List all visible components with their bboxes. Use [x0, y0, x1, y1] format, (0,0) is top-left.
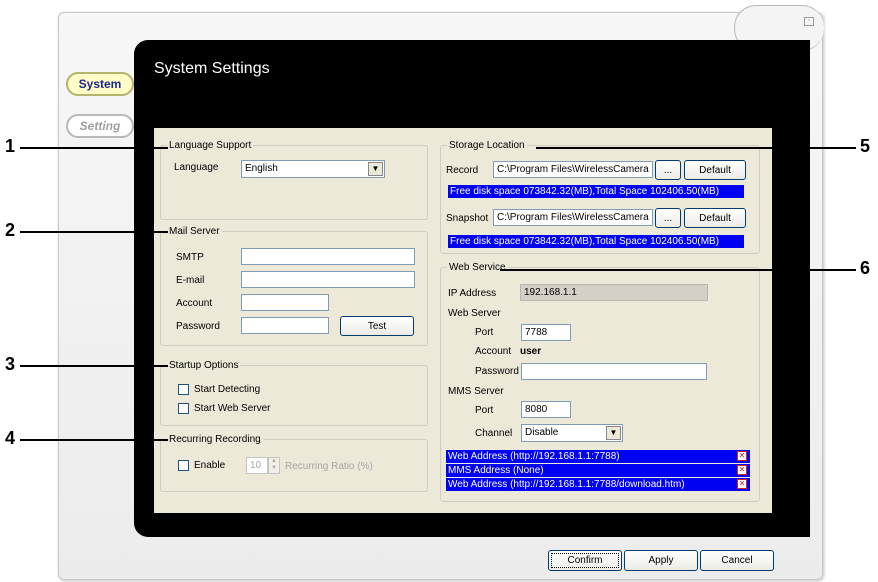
snapshot-label: Snapshot [446, 213, 489, 224]
start-detecting-label: Start Detecting [194, 384, 261, 395]
recurring-ratio-label: Recurring Ratio (%) [285, 461, 373, 472]
enable-recurring-label: Enable [194, 460, 226, 471]
recurring-recording-legend: Recurring Recording [169, 434, 261, 445]
web-address-url[interactable]: Web Address (http://192.168.1.1:7788) ✕ [446, 450, 750, 463]
link-icon[interactable]: ✕ [737, 451, 747, 461]
snapshot-default-button[interactable]: Default [684, 208, 746, 228]
mms-port-label: Port [475, 405, 494, 416]
chevron-down-icon[interactable]: ▼ [606, 426, 621, 440]
channel-select[interactable]: Disable ▼ [521, 424, 623, 442]
web-port-input[interactable]: 7788 [521, 324, 571, 341]
link-icon[interactable]: ✕ [737, 479, 747, 489]
page-title: System Settings [154, 60, 270, 77]
start-web-server-label: Start Web Server [194, 403, 271, 414]
channel-label: Channel [475, 428, 513, 439]
callout-number-4: 4 [5, 428, 16, 448]
callout-number-6: 6 [860, 258, 871, 278]
restore-icon[interactable]: ▫ [804, 17, 814, 26]
test-button[interactable]: Test [340, 316, 414, 336]
apply-button[interactable]: Apply [624, 550, 698, 571]
record-disk-space: Free disk space 073842.32(MB),Total Spac… [448, 185, 744, 198]
callout-number-3: 3 [5, 354, 16, 374]
smtp-label: SMTP [176, 252, 204, 263]
mms-address-url[interactable]: MMS Address (None) ✕ [446, 464, 750, 477]
mms-address-text: MMS Address (None) [448, 465, 544, 476]
link-icon[interactable]: ✕ [737, 465, 747, 475]
callout-number-5: 5 [860, 136, 871, 156]
startup-options-legend: Startup Options [169, 360, 239, 371]
storage-location-legend: Storage Location [449, 140, 525, 151]
download-address-text: Web Address (http://192.168.1.1:7788/dow… [448, 479, 685, 490]
mail-server-legend: Mail Server [169, 226, 220, 237]
language-select[interactable]: English ▼ [241, 160, 385, 178]
confirm-button[interactable]: Confirm [548, 550, 622, 571]
language-support-group: Language Support [160, 140, 428, 220]
web-server-label: Web Server [448, 308, 501, 319]
callout-line-1 [20, 147, 168, 149]
callout-line-5 [536, 147, 856, 149]
language-support-legend: Language Support [169, 140, 252, 151]
channel-select-value: Disable [525, 427, 559, 438]
language-label: Language [174, 162, 219, 173]
record-browse-button[interactable]: ... [655, 160, 681, 180]
nav-setting-button[interactable]: Setting [66, 114, 134, 138]
download-address-url[interactable]: Web Address (http://192.168.1.1:7788/dow… [446, 478, 750, 491]
content-area: Language Support Language English ▼ Mail… [154, 128, 772, 513]
snapshot-browse-button[interactable]: ... [655, 208, 681, 228]
account-input[interactable] [241, 294, 329, 311]
password-label: Password [176, 321, 220, 332]
record-label: Record [446, 165, 479, 176]
smtp-input[interactable] [241, 248, 415, 265]
chevron-down-icon[interactable]: ▼ [368, 162, 383, 176]
cancel-button[interactable]: Cancel [700, 550, 774, 571]
web-account-value: user [520, 346, 542, 357]
snapshot-disk-space: Free disk space 073842.32(MB),Total Spac… [448, 235, 744, 248]
callout-line-6 [500, 269, 856, 271]
record-path-input[interactable]: C:\Program Files\WirelessCamera [493, 161, 653, 178]
ratio-spinner[interactable]: ▲ ▼ [268, 457, 280, 474]
callout-number-1: 1 [5, 136, 16, 156]
enable-recurring-checkbox[interactable] [178, 460, 189, 471]
snapshot-path-input[interactable]: C:\Program Files\WirelessCamera [493, 209, 653, 226]
recurring-ratio-input[interactable]: 10 [246, 457, 268, 474]
web-account-label: Account [475, 346, 512, 357]
mms-server-label: MMS Server [448, 386, 504, 397]
callout-line-4 [20, 439, 168, 441]
web-address-text: Web Address (http://192.168.1.1:7788) [448, 451, 620, 462]
nav-system-button[interactable]: System [66, 72, 134, 96]
email-label: E-mail [176, 275, 205, 286]
start-web-server-checkbox[interactable] [178, 403, 189, 414]
ip-address-field: 192.168.1.1 [520, 284, 708, 301]
callout-number-2: 2 [5, 220, 16, 240]
callout-line-2 [20, 231, 168, 233]
password-input[interactable] [241, 317, 329, 334]
web-service-legend: Web Service [449, 262, 506, 273]
language-select-value: English [245, 163, 278, 174]
mms-port-input[interactable]: 8080 [521, 401, 571, 418]
web-password-input[interactable] [521, 363, 707, 380]
callout-line-3 [20, 365, 168, 367]
account-label: Account [176, 298, 213, 309]
start-detecting-checkbox[interactable] [178, 384, 189, 395]
ip-address-label: IP Address [448, 288, 497, 299]
web-port-label: Port [475, 327, 494, 338]
email-input[interactable] [241, 271, 415, 288]
web-password-label: Password [475, 366, 519, 377]
record-default-button[interactable]: Default [684, 160, 746, 180]
